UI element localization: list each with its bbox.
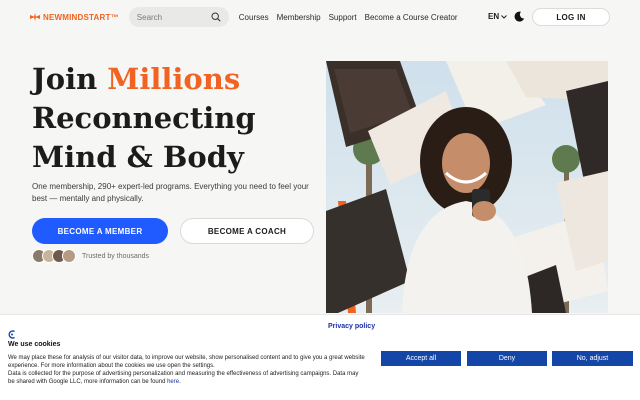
flower-logo-icon	[30, 13, 40, 21]
become-member-button[interactable]: BECOME A MEMBER	[32, 218, 168, 244]
become-coach-button[interactable]: BECOME A COACH	[180, 218, 314, 244]
moon-icon[interactable]	[514, 11, 525, 22]
search-icon[interactable]	[211, 12, 221, 22]
trust-text: Trusted by thousands	[82, 252, 150, 260]
cookie-text-2: Data is collected for the purpose of adv…	[8, 370, 366, 386]
logo-text: NEWMINDSTART™	[43, 12, 119, 22]
trust-row: Trusted by thousands	[32, 249, 149, 263]
headline-part1: Join	[32, 62, 108, 96]
cookie-description: We may place these for analysis of our v…	[8, 354, 366, 386]
main-nav: Courses Membership Support Become a Cour…	[239, 13, 458, 22]
cookie-text-2-body: Data is collected for the purpose of adv…	[8, 371, 359, 385]
cookie-here-link[interactable]: here	[167, 379, 179, 385]
nav-become-creator[interactable]: Become a Course Creator	[365, 13, 458, 22]
headline-line2: Reconnecting	[32, 101, 256, 135]
logo[interactable]: NEWMINDSTART™	[30, 13, 119, 22]
chevron-down-icon	[501, 14, 507, 19]
headline-line3: Mind & Body	[32, 140, 244, 174]
cookie-text-1: We may place these for analysis of our v…	[8, 355, 365, 369]
language-label: EN	[488, 12, 500, 21]
brand-mark-icon	[8, 330, 15, 339]
cookie-title: We use cookies	[8, 341, 61, 348]
cookie-text-end: .	[179, 379, 181, 385]
nav-courses[interactable]: Courses	[239, 13, 269, 22]
hero-collage-illustration	[326, 61, 608, 313]
nav-support[interactable]: Support	[329, 13, 357, 22]
hero-headline: Join Millions Reconnecting Mind & Body	[32, 60, 256, 177]
avatar	[62, 249, 76, 263]
hero-image	[326, 61, 608, 313]
headline-accent: Millions	[107, 62, 241, 96]
adjust-button[interactable]: No, adjust	[552, 351, 633, 366]
language-selector[interactable]: EN	[488, 12, 507, 21]
accept-all-button[interactable]: Accept all	[381, 351, 461, 366]
nav-membership[interactable]: Membership	[277, 13, 321, 22]
cookie-banner: Privacy policy We use cookies We may pla…	[0, 314, 640, 400]
hero-subtext: One membership, 290+ expert-led programs…	[32, 182, 309, 203]
search-input[interactable]: Search	[128, 7, 229, 27]
deny-button[interactable]: Deny	[467, 351, 547, 366]
privacy-policy-link[interactable]: Privacy policy	[328, 323, 375, 330]
search-placeholder: Search	[136, 12, 163, 22]
login-button[interactable]: LOG IN	[532, 8, 610, 26]
